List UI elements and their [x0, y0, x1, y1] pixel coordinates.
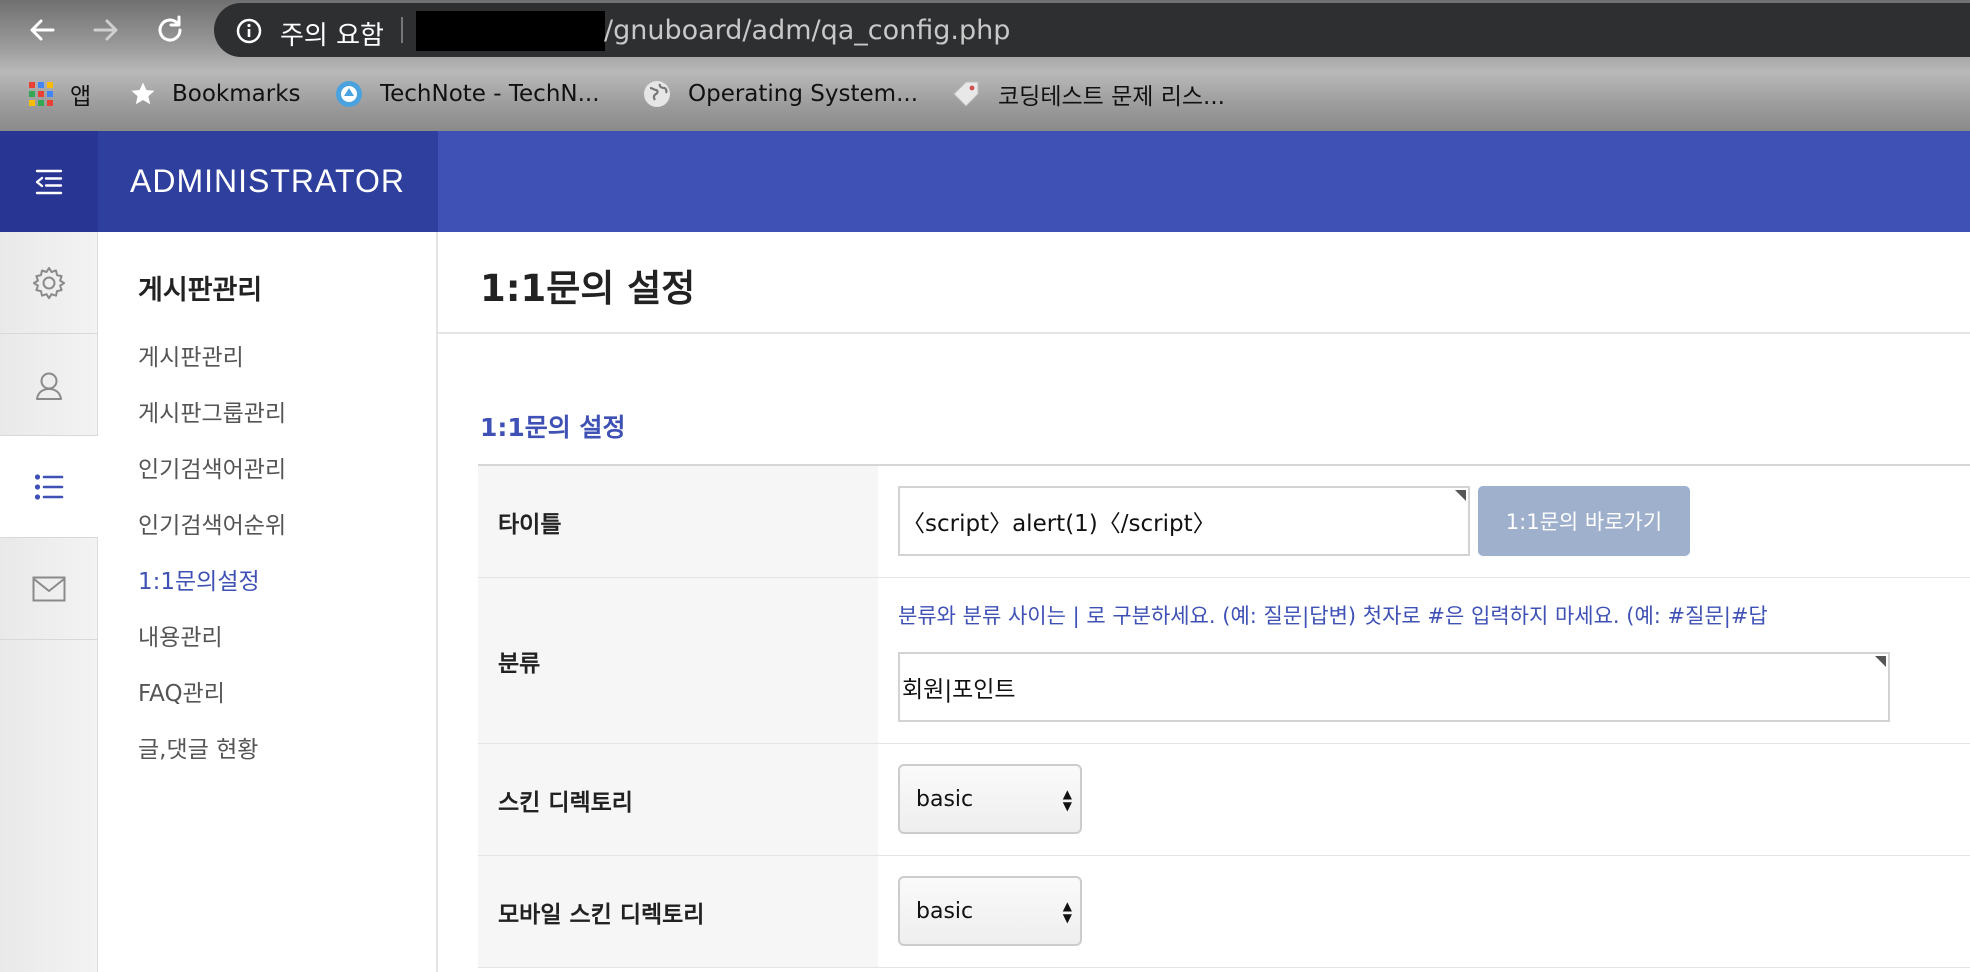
- iconbar-members[interactable]: [0, 334, 98, 436]
- arrow-right-icon: [93, 19, 118, 41]
- bookmark-label: Bookmarks: [172, 81, 301, 107]
- bookmarks-bar: 앱 Bookmarks TechNote - TechN... Operatin…: [0, 70, 1970, 118]
- bookmark-technote[interactable]: TechNote - TechN...: [334, 70, 600, 118]
- security-warning[interactable]: 주의 요함: [280, 15, 384, 52]
- tag-icon: [950, 78, 982, 110]
- board-submenu: 게시판관리 게시판관리 게시판그룹관리 인기검색어관리 인기검색어순위 1:1문…: [98, 232, 438, 972]
- admin-header: ADMINISTRATOR: [0, 131, 1970, 232]
- form-row-skin: 스킨 디렉토리 basic ▲ ▼: [478, 744, 1970, 856]
- globe-icon: [642, 79, 672, 109]
- resize-corner: [1455, 490, 1466, 501]
- title-divider: [438, 332, 1970, 334]
- category-input-value: 회원|포인트: [902, 677, 1016, 703]
- forward-button[interactable]: [86, 10, 126, 50]
- iconbar-boards[interactable]: [0, 436, 98, 538]
- bookmark-label: 앱: [70, 84, 92, 110]
- bookmark-label: 코딩테스트 문제 리스...: [998, 84, 1225, 110]
- apps-grid-icon: [28, 81, 54, 107]
- submenu-title: 게시판관리: [138, 275, 263, 306]
- section-title: 1:1문의 설정: [480, 413, 626, 442]
- bookmark-coding-test[interactable]: 코딩테스트 문제 리스...: [950, 70, 1225, 118]
- qa-config-form: 타이틀 〈script〉alert(1)〈/script〉 1:1문의 바로가기…: [478, 464, 1970, 968]
- qa-shortcut-button[interactable]: 1:1문의 바로가기: [1478, 486, 1690, 556]
- main-content: 1:1문의 설정 1:1문의 설정 타이틀 〈script〉alert(1)〈/…: [438, 232, 1970, 972]
- user-icon: [36, 372, 62, 400]
- field-label-title: 타이틀: [478, 466, 878, 577]
- menu-collapse-icon: [35, 169, 63, 194]
- field-cell-mobile-skin: basic ▲ ▼: [878, 856, 1970, 967]
- iconbar-settings[interactable]: [0, 232, 98, 334]
- field-cell-category: 분류와 분류 사이는 | 로 구분하세요. (예: 질문|답변) 첫자로 #은 …: [878, 578, 1970, 743]
- technote-icon: [334, 79, 364, 109]
- icon-sidebar: [0, 232, 98, 972]
- title-input[interactable]: 〈script〉alert(1)〈/script〉: [898, 486, 1470, 556]
- form-row-title: 타이틀 〈script〉alert(1)〈/script〉 1:1문의 바로가기: [478, 466, 1970, 578]
- title-input-value: 〈script〉alert(1)〈/script〉: [902, 511, 1216, 537]
- star-icon: [130, 81, 156, 107]
- field-cell-skin: basic ▲ ▼: [878, 744, 1970, 855]
- menu-toggle-button[interactable]: [0, 131, 98, 232]
- submenu-item-board-admin[interactable]: 게시판관리: [138, 338, 244, 372]
- mobile-skin-select[interactable]: basic ▲ ▼: [898, 876, 1082, 946]
- reload-button[interactable]: [150, 10, 190, 50]
- field-label-category: 분류: [478, 578, 878, 743]
- redacted-host: [416, 11, 605, 51]
- resize-corner: [1875, 656, 1886, 667]
- submenu-item-keyword-rank[interactable]: 인기검색어순위: [138, 506, 286, 540]
- page-title: 1:1문의 설정: [480, 267, 696, 310]
- field-label-skin: 스킨 디렉토리: [478, 744, 878, 855]
- brand-title[interactable]: ADMINISTRATOR: [98, 131, 438, 232]
- skin-select-value: basic: [916, 786, 974, 812]
- browser-chrome: 주의 요함 /gnuboard/adm/qa_config.php 앱 Book…: [0, 0, 1970, 131]
- url-path[interactable]: /gnuboard/adm/qa_config.php: [604, 15, 1010, 46]
- back-button[interactable]: [22, 10, 62, 50]
- mail-icon: [32, 576, 66, 601]
- mobile-skin-select-value: basic: [916, 898, 974, 924]
- address-separator: [401, 17, 403, 43]
- submenu-item-faq[interactable]: FAQ관리: [138, 674, 225, 708]
- field-label-mobile-skin: 모바일 스킨 디렉토리: [478, 856, 878, 967]
- arrow-left-icon: [30, 19, 55, 41]
- submenu-item-board-group[interactable]: 게시판그룹관리: [138, 394, 286, 428]
- select-arrows-icon: ▲ ▼: [1062, 899, 1072, 925]
- bookmark-label: TechNote - TechN...: [380, 81, 600, 107]
- submenu-item-content[interactable]: 내용관리: [138, 618, 223, 652]
- gear-icon: [32, 266, 66, 299]
- list-icon: [34, 473, 64, 500]
- bookmark-apps[interactable]: 앱: [28, 70, 91, 118]
- select-arrows-icon: ▲ ▼: [1062, 787, 1072, 813]
- bookmark-operating-system[interactable]: Operating System...: [642, 70, 918, 118]
- bookmark-bookmarks[interactable]: Bookmarks: [130, 70, 301, 118]
- reload-icon: [158, 15, 182, 42]
- address-bar[interactable]: 주의 요함 /gnuboard/adm/qa_config.php: [214, 3, 1970, 57]
- skin-select[interactable]: basic ▲ ▼: [898, 764, 1082, 834]
- category-input[interactable]: 회원|포인트: [898, 652, 1890, 722]
- iconbar-mail[interactable]: [0, 538, 98, 640]
- submenu-item-post-stats[interactable]: 글,댓글 현황: [138, 730, 258, 764]
- bookmark-label: Operating System...: [688, 81, 918, 107]
- field-cell-title: 〈script〉alert(1)〈/script〉 1:1문의 바로가기: [878, 466, 1970, 577]
- submenu-item-popular-keywords[interactable]: 인기검색어관리: [138, 450, 286, 484]
- category-help-text: 분류와 분류 사이는 | 로 구분하세요. (예: 질문|답변) 첫자로 #은 …: [898, 604, 1768, 628]
- form-row-category: 분류 분류와 분류 사이는 | 로 구분하세요. (예: 질문|답변) 첫자로 …: [478, 578, 1970, 744]
- submenu-item-qa-config[interactable]: 1:1문의설정: [138, 562, 260, 596]
- info-icon[interactable]: [236, 18, 262, 44]
- form-row-mobile-skin: 모바일 스킨 디렉토리 basic ▲ ▼: [478, 856, 1970, 968]
